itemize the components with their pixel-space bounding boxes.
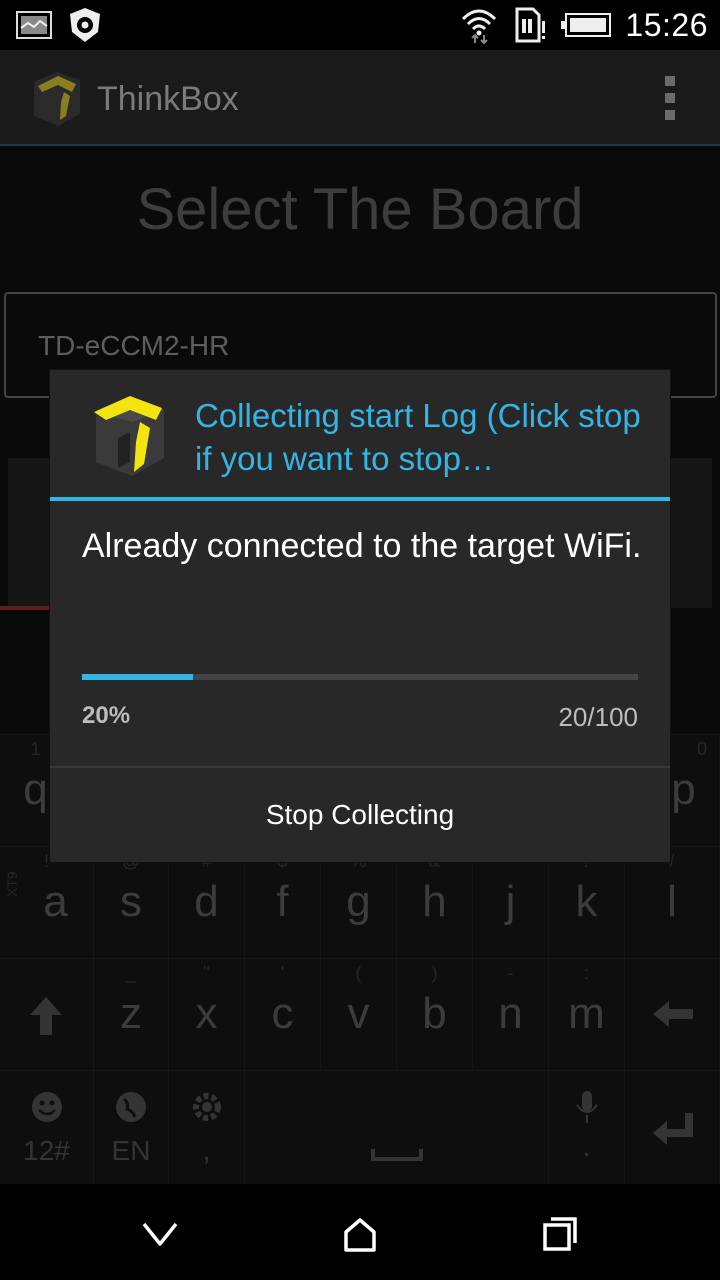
key-s[interactable]: @s	[94, 846, 169, 958]
back-icon[interactable]	[140, 1214, 180, 1254]
key-n[interactable]: -n	[473, 958, 549, 1070]
key-h[interactable]: &h	[397, 846, 473, 958]
progress-count: 20/100	[558, 702, 638, 732]
shift-key[interactable]	[0, 958, 94, 1070]
globe-icon	[116, 1092, 146, 1122]
key-c[interactable]: ' c	[245, 958, 321, 1070]
dialog-header: Collecting start Log (Click stop if you …	[50, 370, 670, 498]
key-m[interactable]: :m	[549, 958, 625, 1070]
emoji-icon	[32, 1092, 62, 1122]
key-g[interactable]: %g	[321, 846, 397, 958]
app-logo-icon	[94, 396, 164, 476]
action-bar: ThinkBox	[0, 50, 720, 144]
recents-icon[interactable]	[540, 1214, 580, 1254]
status-bar: 15:26	[0, 0, 720, 50]
progress-bar	[82, 674, 638, 680]
wifi-icon	[462, 9, 497, 45]
sim-alert-icon	[515, 7, 546, 43]
stop-collecting-button[interactable]: Stop Collecting	[50, 768, 670, 862]
shift-icon	[30, 997, 62, 1035]
background-button-left[interactable]	[8, 458, 50, 608]
key-a[interactable]: XT9 ! a	[0, 846, 94, 958]
progress-bar-fill	[82, 674, 194, 680]
backspace-key[interactable]	[625, 958, 720, 1070]
symbols-key[interactable]: 12#	[0, 1070, 94, 1184]
key-k[interactable]: ?k	[549, 846, 625, 958]
navigation-bar	[0, 1184, 720, 1280]
home-icon[interactable]	[340, 1214, 380, 1254]
voice-key-dot: .	[582, 1131, 591, 1162]
background-button-right[interactable]	[670, 458, 712, 608]
page-title: Select The Board	[136, 177, 584, 242]
key-j[interactable]: *j	[473, 846, 549, 958]
keyboard-row-3: _ z " x ' c (v ) b -n :m	[0, 958, 720, 1070]
image-icon	[16, 11, 52, 39]
enter-icon	[653, 1113, 693, 1145]
key-l[interactable]: / l	[625, 846, 720, 958]
key-d[interactable]: #d	[169, 846, 245, 958]
battery-icon	[561, 13, 612, 37]
enter-key[interactable]	[625, 1070, 720, 1184]
voice-key[interactable]: .	[549, 1070, 625, 1184]
backspace-icon	[653, 1001, 693, 1027]
board-selector-value: TD-eCCM2-HR	[38, 330, 230, 361]
language-key[interactable]: EN	[94, 1070, 169, 1184]
progress-dialog: Collecting start Log (Click stop if you …	[50, 370, 670, 862]
key-f[interactable]: $f	[245, 846, 321, 958]
settings-notification-icon	[70, 8, 100, 42]
dialog-title: Collecting start Log (Click stop if you …	[195, 397, 641, 477]
space-bar-icon	[371, 1149, 423, 1161]
key-v[interactable]: (v	[321, 958, 397, 1070]
app-logo-icon	[34, 72, 80, 126]
dialog-title-divider	[50, 497, 670, 501]
keyboard-row-2: XT9 ! a @s #d $f %g &h *j ?k /l	[0, 846, 720, 958]
keyboard-row-4: 12# EN , .	[0, 1070, 720, 1184]
app-title: ThinkBox	[97, 80, 239, 118]
status-time: 15:26	[625, 6, 708, 43]
progress-percent: 20%	[82, 702, 131, 729]
space-key[interactable]	[245, 1070, 549, 1184]
microphone-icon	[576, 1091, 598, 1123]
comma-key[interactable]: ,	[169, 1070, 245, 1184]
key-x[interactable]: " x	[169, 958, 245, 1070]
overflow-menu-icon[interactable]	[660, 76, 680, 120]
background-accent-line	[0, 606, 50, 610]
settings-icon	[193, 1093, 221, 1121]
dialog-message: Already connected to the target WiFi.	[82, 527, 642, 565]
key-z[interactable]: _ z	[94, 958, 169, 1070]
key-b[interactable]: ) b	[397, 958, 473, 1070]
